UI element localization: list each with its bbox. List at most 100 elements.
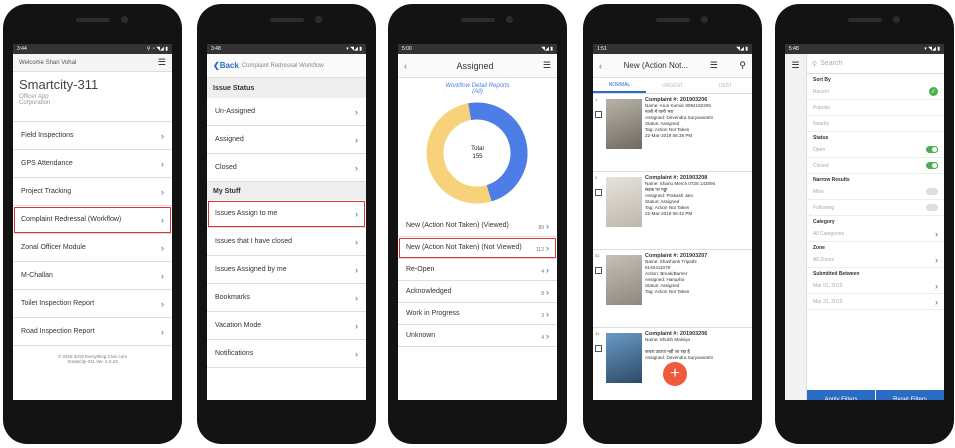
date-to[interactable]: Mar 31, 2019 › xyxy=(807,294,944,310)
select-checkbox[interactable] xyxy=(595,345,602,352)
donut-chart: Total 155 xyxy=(398,95,557,215)
filter-icon[interactable]: ☰ xyxy=(791,60,799,70)
menu-item[interactable]: Zonal Officer Module › xyxy=(13,234,172,262)
count-badge: 3 xyxy=(541,312,544,319)
apply-filters-button[interactable]: Apply Filters xyxy=(807,390,876,400)
menu-item[interactable]: Project Tracking › xyxy=(13,178,172,206)
toggle-on[interactable] xyxy=(926,162,938,169)
narrow-label: Narrow Results xyxy=(813,177,850,183)
stuff-list: Issues Assign to me › Issues that I have c… xyxy=(207,200,366,368)
category-select[interactable]: All Categories › xyxy=(807,226,944,242)
chevron-left-icon: ❮ xyxy=(213,61,220,70)
status-item[interactable]: Closed › xyxy=(207,154,366,182)
complaint-line2: नाली में पानी भरा xyxy=(645,109,674,114)
stuff-item[interactable]: Issues Assigned by me › xyxy=(207,256,366,284)
status-closed-toggle[interactable]: Closed xyxy=(807,158,944,174)
select-checkbox[interactable] xyxy=(595,111,602,118)
chevron-right-icon: › xyxy=(546,220,549,231)
status-bar: 3:44 ⚲ ◔ ◥◢ ▮ xyxy=(13,44,172,54)
menu-item[interactable]: GPS Attendance › xyxy=(13,150,172,178)
complaint-card[interactable]: 31 Complaint #: 201903207 Name: Shashank T… xyxy=(593,250,752,328)
complaint-line3: Assigned: Devendra Suryavanshi xyxy=(645,115,713,120)
sort-option-recent[interactable]: Recent ✓ xyxy=(807,84,944,100)
menu-item[interactable]: Road Inspection Report › xyxy=(13,318,172,346)
speaker xyxy=(76,18,110,22)
status-open-toggle[interactable]: Open xyxy=(807,142,944,158)
complaint-card[interactable]: 1 Complaint #: 201903206 Name: Arun Kumar … xyxy=(593,94,752,172)
complaint-card[interactable]: 2 Complaint #: 201903208 Name: Shanu Merch… xyxy=(593,172,752,250)
zone-select[interactable]: All Zones › xyxy=(807,252,944,268)
assigned-item[interactable]: Work in Progress 3 › xyxy=(398,303,557,325)
speaker xyxy=(656,18,690,22)
status-bar: 5:00 ◥◢ ▮ xyxy=(398,44,557,54)
status-label: Status xyxy=(813,135,829,141)
menu-item[interactable]: Toilet Inspection Report › xyxy=(13,290,172,318)
page-title: New (Action Not... xyxy=(623,61,689,70)
back-button[interactable]: ❮Back xyxy=(213,61,239,70)
menu-item[interactable]: Complaint Redressal (Workflow) › xyxy=(13,206,172,234)
menu-item[interactable]: Field Inspections › xyxy=(13,122,172,150)
complaint-photo xyxy=(606,333,642,383)
assigned-item[interactable]: Unknown 4 › xyxy=(398,325,557,347)
phone-3: 5:00 ◥◢ ▮ ‹ Assigned ☰ Workflow Detail Re… xyxy=(388,4,567,444)
complaint-photo xyxy=(606,177,642,227)
assigned-item[interactable]: New (Action Not Taken) (Not Viewed) 112 › xyxy=(398,237,557,259)
stuff-item[interactable]: Vacation Mode › xyxy=(207,312,366,340)
tab-debt[interactable]: DEBT xyxy=(699,78,752,93)
assigned-item[interactable]: Re-Open 4 › xyxy=(398,259,557,281)
hamburger-menu-icon[interactable]: ☰ xyxy=(158,57,166,68)
page-title: Assigned xyxy=(456,60,494,71)
search-icon[interactable]: ⚲ xyxy=(739,60,746,71)
date-from[interactable]: Mar 01, 2019 › xyxy=(807,278,944,294)
search-input[interactable]: Search xyxy=(820,60,842,67)
stuff-item[interactable]: Notifications › xyxy=(207,340,366,368)
assigned-item[interactable]: New (Action Not Taken) (Viewed) 89 › xyxy=(398,215,557,237)
sort-option-popular[interactable]: Popular xyxy=(807,100,944,116)
chevron-right-icon: › xyxy=(935,280,938,291)
filter-icon[interactable]: ☰ xyxy=(543,60,551,71)
chevron-right-icon: › xyxy=(161,214,164,225)
menu-item[interactable]: M-Challan › xyxy=(13,262,172,290)
sort-option-nearby[interactable]: Nearby xyxy=(807,116,944,132)
row-trailing: › xyxy=(355,107,358,117)
chevron-right-icon: › xyxy=(935,296,938,307)
toggle-on[interactable] xyxy=(926,146,938,153)
narrow-following-toggle[interactable]: Following xyxy=(807,200,944,216)
row-trailing: › xyxy=(161,159,164,169)
chevron-right-icon: › xyxy=(161,298,164,309)
status-list: Un-Assigned › Assigned › Closed › xyxy=(207,98,366,182)
filter-panel: ⚲ Search Sort By Recent ✓ Popular Nearby S… xyxy=(807,54,944,400)
tab-normal[interactable]: NORMAL xyxy=(593,78,646,93)
search-bar[interactable]: ⚲ Search xyxy=(807,54,944,74)
chevron-right-icon: › xyxy=(546,308,549,319)
status-item[interactable]: Un-Assigned › xyxy=(207,98,366,126)
chevron-right-icon: › xyxy=(355,106,358,117)
row-label: Vacation Mode xyxy=(215,322,262,329)
toggle-off[interactable] xyxy=(926,188,938,195)
reset-filters-button[interactable]: Reset Filters xyxy=(876,390,944,400)
select-checkbox[interactable] xyxy=(595,267,602,274)
status-icons: ▾ ◥◢ ▮ xyxy=(924,46,940,52)
complaint-line3: Assigned: Prakash Jain xyxy=(645,193,694,198)
assigned-item[interactable]: Acknowledged 8 › xyxy=(398,281,557,303)
phone-5: 5:48 ▾ ◥◢ ▮ ☰ ⚲ Search Sort By Recent ✓ Pop… xyxy=(775,4,954,444)
complaint-line6: Tag: Action Not Taken xyxy=(645,289,690,294)
toggle-off[interactable] xyxy=(926,204,938,211)
select-checkbox[interactable] xyxy=(595,189,602,196)
narrow-mine-toggle[interactable]: Mine xyxy=(807,184,944,200)
add-fab-button[interactable]: + xyxy=(663,362,687,386)
row-label: Re-Open xyxy=(406,266,435,273)
stuff-item[interactable]: Issues that I have closed › xyxy=(207,228,366,256)
stuff-item[interactable]: Bookmarks › xyxy=(207,284,366,312)
filter-icon[interactable]: ☰ xyxy=(710,60,718,71)
chevron-right-icon: › xyxy=(355,292,358,303)
complaint-line5: Tag: Action Not Taken xyxy=(645,127,690,132)
status-item[interactable]: Assigned › xyxy=(207,126,366,154)
stuff-item[interactable]: Issues Assign to me › xyxy=(207,200,366,228)
back-arrow-icon[interactable]: ‹ xyxy=(599,61,602,71)
chevron-right-icon: › xyxy=(546,242,549,253)
back-arrow-icon[interactable]: ‹ xyxy=(404,61,407,71)
tab-urgent[interactable]: URGENT xyxy=(646,78,699,93)
complaint-line1: Name: Shubh Malviya xyxy=(645,337,690,342)
row-label: Issues Assign to me xyxy=(215,210,278,217)
